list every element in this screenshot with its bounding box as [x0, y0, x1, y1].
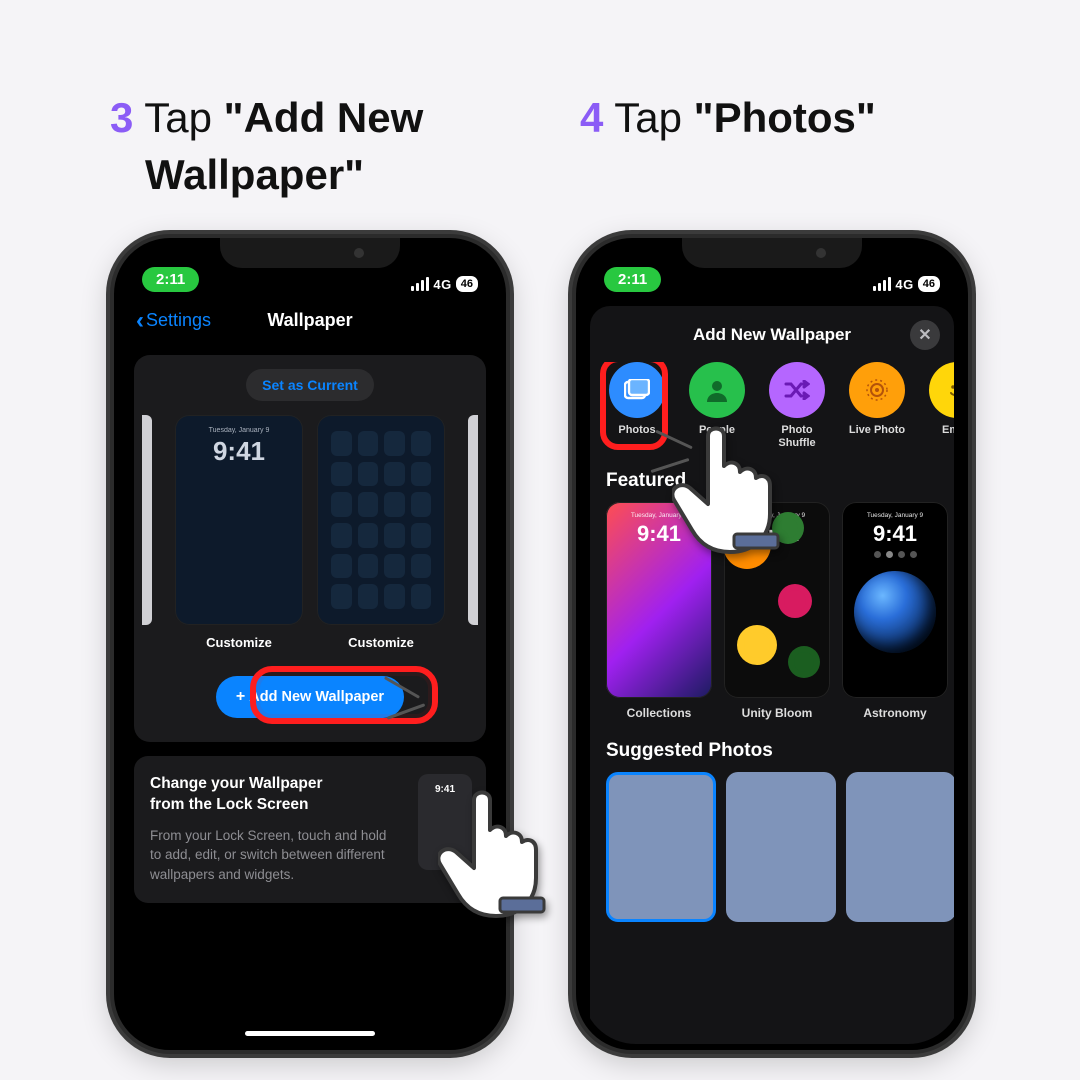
step-quote-line1: "Add New [224, 94, 424, 141]
back-button[interactable]: ‹ Settings [136, 310, 211, 331]
wallpaper-card: Set as Current Tuesday, January 9 9:41 C… [134, 355, 486, 742]
tip-title-line1: Change your Wallpaper [150, 775, 323, 792]
thumb-time: 9:41 [612, 521, 706, 547]
featured-label: Astronomy [842, 706, 948, 720]
signal-icon [873, 277, 891, 291]
category-row[interactable]: Photos People Photo Shuffle [590, 362, 954, 450]
preview-edge-right [468, 415, 478, 625]
smile-icon [929, 362, 954, 418]
signal-icon [411, 277, 429, 291]
network-label: 4G [433, 277, 451, 292]
preview-date: Tuesday, January 9 [183, 427, 295, 434]
suggested-photo[interactable] [846, 772, 954, 922]
featured-label: Collections [606, 706, 712, 720]
earth-icon [854, 571, 936, 653]
featured-row[interactable]: Tuesday, January 9 9:41 Collections Tues… [590, 502, 954, 720]
battery-badge: 46 [456, 276, 478, 292]
category-label: Emoji [924, 424, 954, 437]
category-live-photo[interactable]: Live Photo [844, 362, 910, 450]
step-quote-line2: Wallpaper" [145, 151, 364, 198]
suggested-heading: Suggested Photos [590, 720, 954, 772]
suggested-photo[interactable] [726, 772, 836, 922]
tip-title-line2: from the Lock Screen [150, 796, 309, 813]
category-label: Live Photo [844, 424, 910, 437]
suggested-row[interactable] [590, 772, 954, 922]
thumb-time: 9:41 [848, 521, 942, 547]
customize-home-button[interactable]: Customize [317, 635, 445, 650]
shuffle-icon [769, 362, 825, 418]
category-emoji[interactable]: Emoji [924, 362, 954, 450]
step-3-title: 3 Tap "Add New Wallpaper" [90, 90, 570, 233]
network-label: 4G [895, 277, 913, 292]
tip-body: From your Lock Screen, touch and hold to… [150, 826, 390, 885]
category-people[interactable]: People [684, 362, 750, 450]
category-photos[interactable]: Photos [604, 362, 670, 450]
status-time: 2:11 [604, 267, 661, 292]
close-button[interactable]: ✕ [910, 320, 940, 350]
thumb-date: Tuesday, January 9 [848, 512, 942, 519]
category-label: People [684, 424, 750, 437]
add-new-wallpaper-button[interactable]: + Add New Wallpaper [216, 676, 404, 718]
preview-edge-left [142, 415, 152, 625]
plus-icon: + [236, 688, 245, 706]
step-quote: "Photos" [694, 94, 876, 141]
lockscreen-preview[interactable]: Tuesday, January 9 9:41 Customize [175, 415, 303, 650]
featured-astronomy[interactable]: Tuesday, January 9 9:41 Astronomy [842, 502, 948, 720]
featured-unity-bloom[interactable]: Tuesday, January 9 9:41 Unity Bloom [724, 502, 830, 720]
mini-time: 9:41 [435, 784, 455, 795]
tip-card: Change your Wallpaper from the Lock Scre… [134, 756, 486, 903]
featured-heading: Featured [590, 450, 954, 502]
sheet-title: Add New Wallpaper [693, 325, 851, 345]
preview-time: 9:41 [183, 436, 295, 467]
homescreen-preview[interactable]: Customize [317, 415, 445, 650]
featured-label: Unity Bloom [724, 706, 830, 720]
status-time: 2:11 [142, 267, 199, 292]
notch [682, 238, 862, 268]
customize-lock-button[interactable]: Customize [175, 635, 303, 650]
thumb-date: Tuesday, January 9 [612, 512, 706, 519]
set-as-current-button[interactable]: Set as Current [246, 369, 374, 401]
step-verb: Tap [614, 94, 682, 141]
step-number: 4 [580, 94, 603, 141]
back-label: Settings [146, 310, 211, 331]
category-label: Photo Shuffle [764, 424, 830, 450]
home-icon-grid [325, 423, 437, 617]
add-wallpaper-sheet: Add New Wallpaper ✕ Photos Pe [590, 306, 954, 1044]
featured-collections[interactable]: Tuesday, January 9 9:41 Collections [606, 502, 712, 720]
category-photo-shuffle[interactable]: Photo Shuffle [764, 362, 830, 450]
step-number: 3 [110, 94, 133, 141]
nav-bar: ‹ Settings Wallpaper [120, 296, 500, 349]
person-icon [689, 362, 745, 418]
battery-badge: 46 [918, 276, 940, 292]
step-verb: Tap [144, 94, 212, 141]
phone-frame-right: 2:11 4G 46 Add New Wallpaper ✕ [572, 234, 972, 1054]
home-indicator[interactable] [245, 1031, 375, 1036]
phone-frame-left: 2:11 4G 46 ‹ Settings Wallpaper Set as C… [110, 234, 510, 1054]
image-icon [609, 362, 665, 418]
notch [220, 238, 400, 268]
category-label: Photos [604, 424, 670, 437]
tip-illustration: 9:41 [418, 774, 472, 870]
suggested-photo[interactable] [606, 772, 716, 922]
page-title: Wallpaper [267, 310, 352, 331]
close-icon: ✕ [918, 325, 931, 345]
target-icon [849, 362, 905, 418]
thumb-date: Tuesday, January 9 [730, 512, 824, 519]
add-new-label: Add New Wallpaper [249, 689, 384, 705]
step-4-title: 4 Tap "Photos" [560, 90, 1040, 177]
